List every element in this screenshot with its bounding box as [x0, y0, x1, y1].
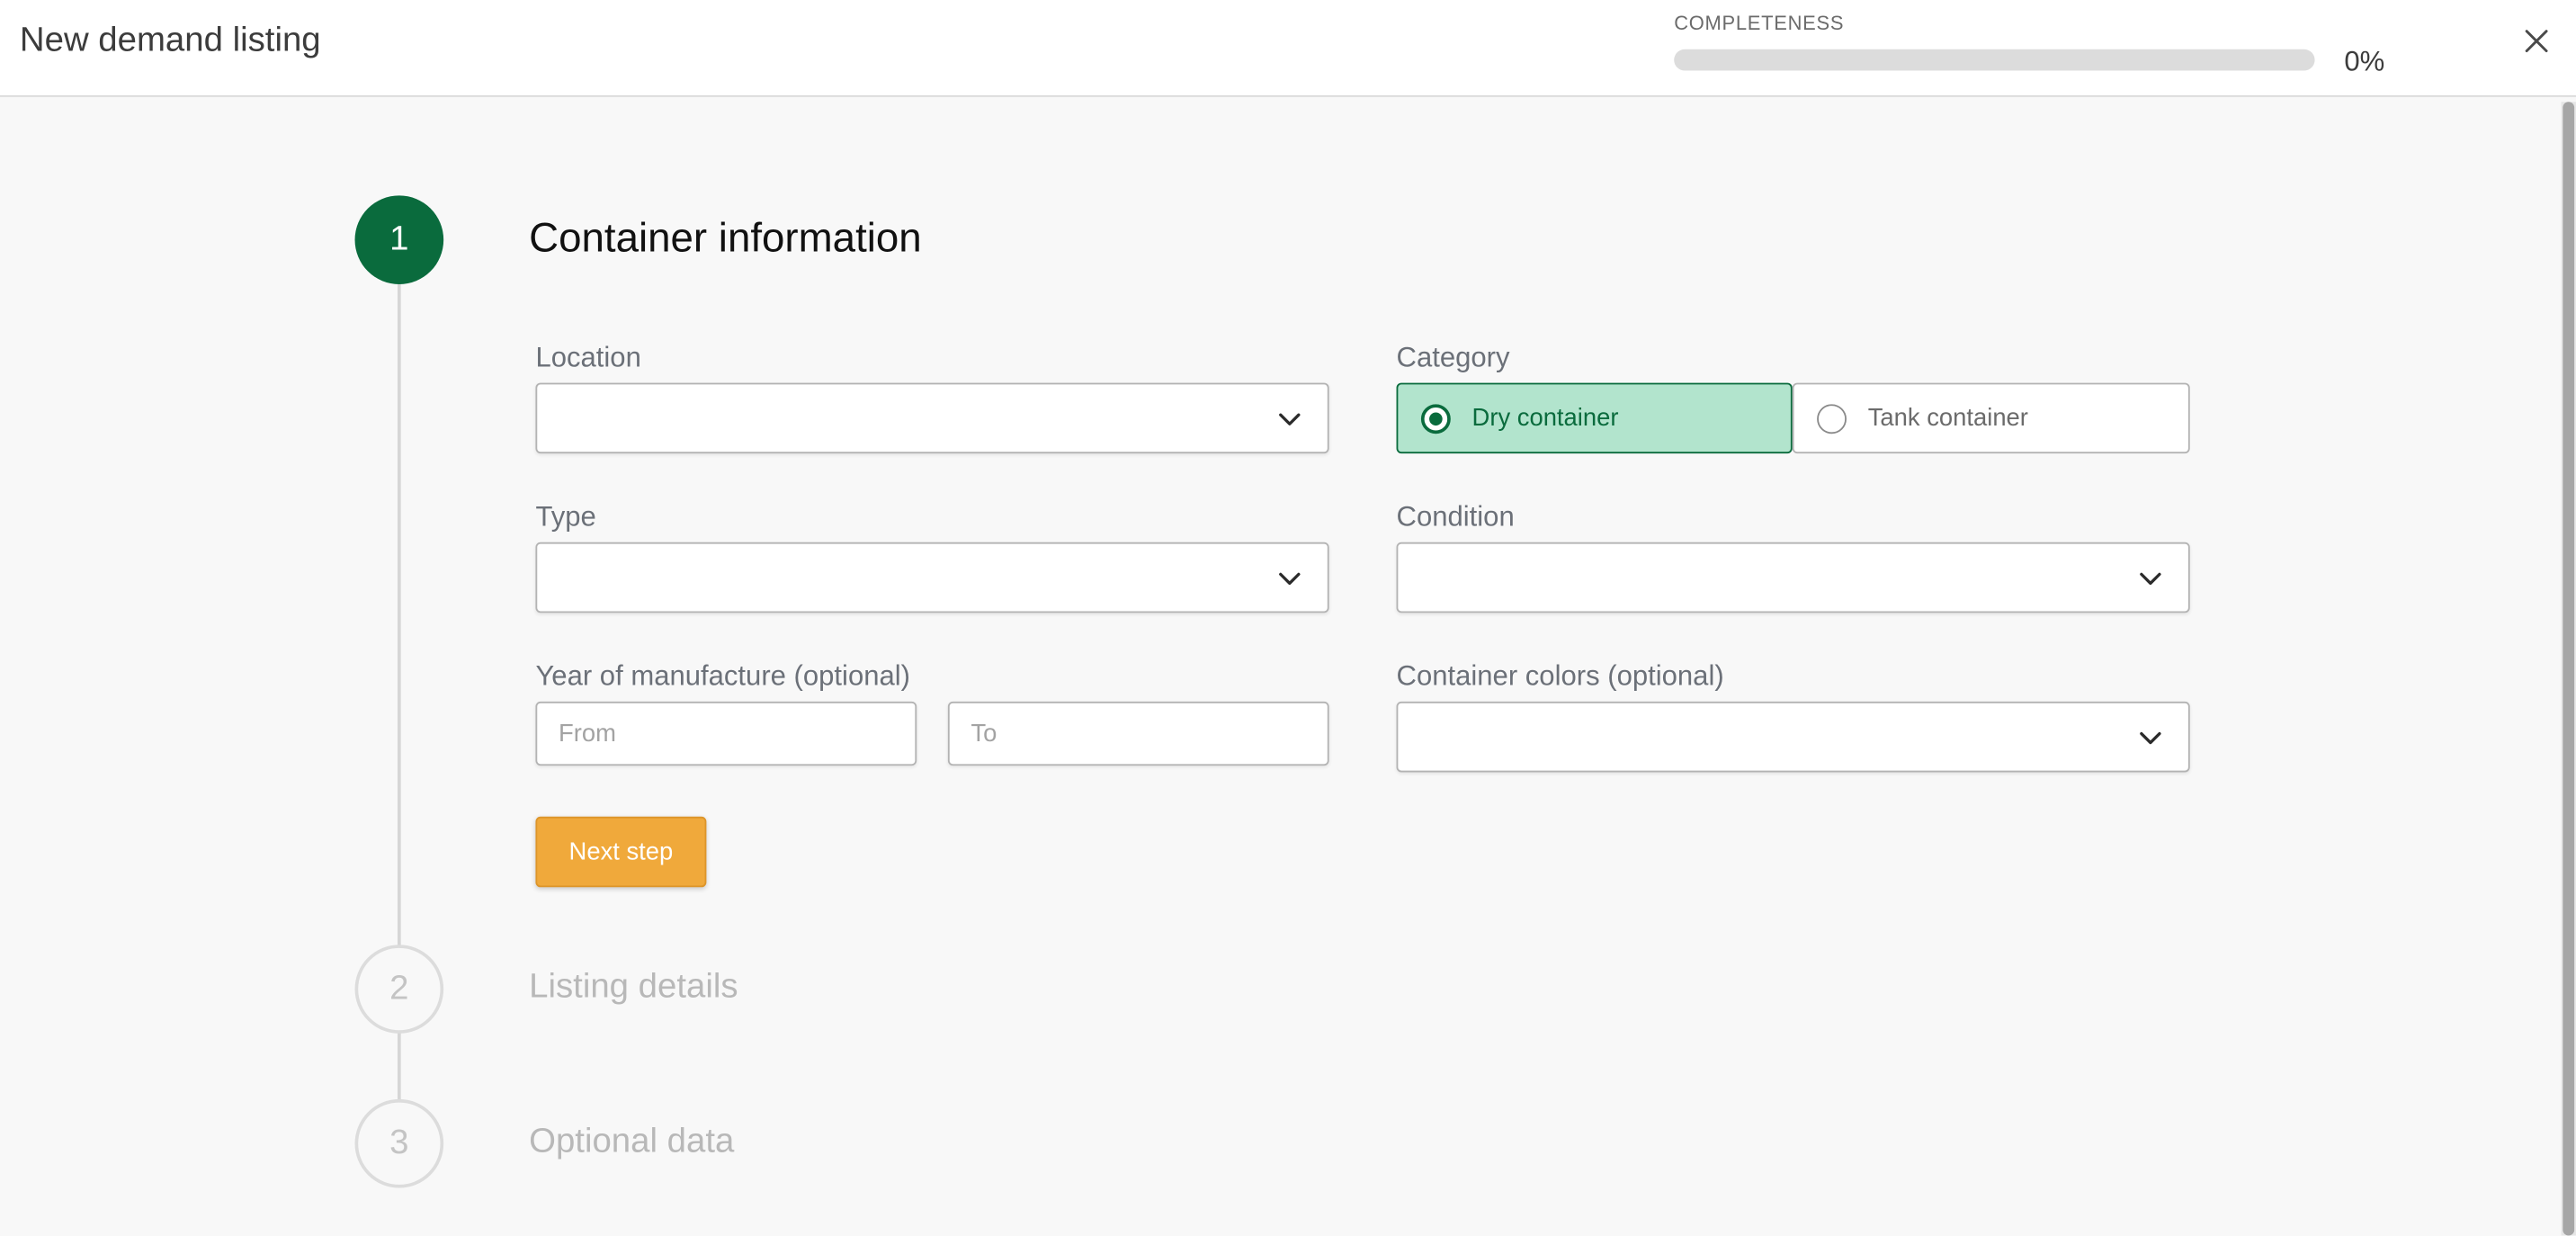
location-select[interactable]	[535, 382, 1329, 454]
type-label: Type	[535, 501, 596, 533]
category-option-label: Tank container	[1867, 404, 2028, 433]
step-1-indicator: 1	[354, 195, 444, 284]
stepper-connector	[398, 282, 401, 947]
completeness-percent: 0%	[2344, 46, 2385, 77]
stepper-connector	[398, 1030, 401, 1101]
header: New demand listing COMPLETENESS 0%	[0, 0, 2576, 97]
modal: New demand listing COMPLETENESS 0% 1 Con…	[0, 0, 2576, 1236]
year-of-manufacture-label: Year of manufacture (optional)	[535, 660, 911, 692]
location-label: Location	[535, 341, 641, 373]
completeness-progress-bar	[1674, 49, 2315, 71]
radio-unselected-icon	[1817, 403, 1847, 434]
chevron-down-icon	[1279, 413, 1301, 425]
completeness-label: COMPLETENESS	[1674, 11, 1845, 35]
scrollbar-thumb[interactable]	[2563, 102, 2575, 1236]
close-icon	[2525, 30, 2548, 53]
step-2-title: Listing details	[529, 967, 738, 1006]
chevron-down-icon	[2140, 731, 2161, 745]
step-2-indicator: 2	[354, 945, 444, 1034]
next-step-button[interactable]: Next step	[535, 816, 707, 888]
container-colors-label: Container colors (optional)	[1396, 660, 1724, 692]
category-option-label: Dry container	[1471, 404, 1619, 433]
radio-selected-icon	[1420, 403, 1451, 434]
condition-label: Condition	[1396, 501, 1515, 533]
page-title: New demand listing	[19, 21, 321, 59]
category-option-dry-container[interactable]: Dry container	[1396, 382, 1793, 454]
category-option-tank-container[interactable]: Tank container	[1792, 382, 2190, 454]
step-1-title: Container information	[529, 215, 922, 262]
year-from-input[interactable]	[535, 701, 917, 766]
chevron-down-icon	[1279, 572, 1301, 586]
scrollbar[interactable]	[2561, 102, 2576, 1236]
category-label: Category	[1396, 341, 1510, 373]
year-to-input[interactable]	[947, 701, 1329, 766]
container-colors-select[interactable]	[1396, 701, 2190, 773]
condition-select[interactable]	[1396, 542, 2190, 614]
step-3-indicator: 3	[354, 1098, 444, 1188]
type-select[interactable]	[535, 542, 1329, 614]
chevron-down-icon	[2140, 572, 2161, 586]
close-button[interactable]	[2520, 24, 2554, 58]
step-3-title: Optional data	[529, 1122, 735, 1160]
